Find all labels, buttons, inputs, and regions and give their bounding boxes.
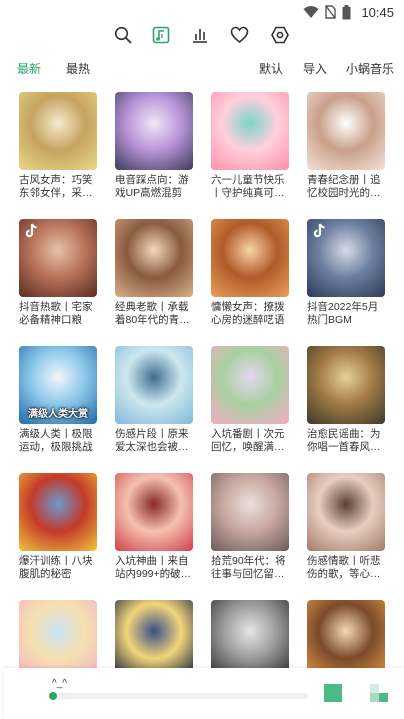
playlist-cover — [115, 346, 193, 424]
playlist-cover — [307, 600, 385, 678]
playlist-card[interactable]: 青春纪念册丨追忆校园时光的… — [307, 92, 385, 200]
source-selector[interactable]: 小蜗音乐 — [346, 60, 394, 77]
import-button[interactable]: 导入 — [303, 60, 327, 77]
playlist-card[interactable]: 经典老歌丨承载着80年代的青… — [115, 219, 193, 327]
playlist-card[interactable]: 爆汗训练丨八块腹肌的秘密 — [19, 473, 97, 581]
playlist-cover — [211, 346, 289, 424]
tiktok-logo-icon — [23, 223, 39, 239]
playlist-cover — [115, 473, 193, 551]
chart-icon[interactable] — [189, 24, 211, 46]
no-sim-icon — [325, 5, 337, 19]
playlist-cover — [19, 473, 97, 551]
tab-latest[interactable]: 最新 — [17, 60, 41, 77]
playlist-title: 治愈民谣曲：为你唱一首春风… — [307, 428, 381, 453]
top-toolbar — [0, 24, 404, 48]
playlist-cover — [211, 473, 289, 551]
playlist-title: 拾荒90年代：将往事与回忆留… — [211, 555, 286, 580]
playlist-cover — [211, 600, 289, 678]
playlist-cover — [211, 219, 289, 297]
playlist-card[interactable]: 治愈民谣曲：为你唱一首春风… — [307, 346, 385, 454]
playlist-card[interactable]: 满级人类大赏满级人类丨极限运动，极限挑战 — [19, 346, 97, 454]
playlist-card[interactable]: 电音踩点向：游戏UP高燃混剪 — [115, 92, 193, 200]
playlist-title: 慵懒女声：撩拨心房的迷醉呓语 — [211, 301, 285, 326]
progress-track[interactable] — [52, 693, 308, 699]
status-time: 10:45 — [361, 4, 394, 20]
now-playing-title: ^_^ — [52, 678, 67, 689]
playlist-card[interactable]: 伤感片段丨原来爱太深也会被… — [115, 346, 193, 454]
sort-default[interactable]: 默认 — [259, 60, 283, 77]
playlist-title: 满级人类丨极限运动，极限挑战 — [19, 428, 93, 453]
playlist-title: 爆汗训练丨八块腹肌的秘密 — [19, 555, 93, 580]
playlist-cover — [211, 92, 289, 170]
playlist-title: 入坑神曲丨来自站内999+的破… — [115, 555, 192, 580]
player-bar: ^_^ — [4, 668, 404, 719]
playlist-card[interactable]: 拾荒90年代：将往事与回忆留… — [211, 473, 289, 581]
playlist-card[interactable]: 入坑神曲丨来自站内999+的破… — [115, 473, 193, 581]
playlist-card[interactable]: 古风女声：巧笑东邻女伴，采… — [19, 92, 97, 200]
settings-icon[interactable] — [269, 24, 291, 46]
progress-thumb[interactable] — [49, 692, 57, 700]
playlist-title: 六一儿童节快乐丨守护纯真可… — [211, 174, 285, 199]
tiktok-logo-icon — [311, 223, 327, 239]
playlist-cover — [19, 219, 97, 297]
playlist-cover: 满级人类大赏 — [19, 346, 97, 424]
playlist-cover — [115, 219, 193, 297]
playlist-cover — [19, 600, 97, 678]
playlist-cover — [115, 600, 193, 678]
playlist-title: 入坑番剧丨次元回忆，唤醒满… — [211, 428, 285, 453]
playlist-cover — [307, 219, 385, 297]
play-button[interactable] — [324, 684, 342, 702]
playlist-cover — [307, 473, 385, 551]
playlist-card[interactable]: 慵懒女声：撩拨心房的迷醉呓语 — [211, 219, 289, 327]
heart-icon[interactable] — [228, 24, 250, 46]
playlist-title: 抖音2022年5月热门BGM — [307, 301, 379, 326]
wifi-icon — [303, 5, 319, 19]
battery-icon — [342, 4, 351, 20]
sort-tabs: 最新 最热 默认 导入 小蜗音乐 — [0, 57, 404, 79]
music-library-icon[interactable] — [150, 24, 172, 46]
playlist-cover — [115, 92, 193, 170]
playlist-queue-icon[interactable] — [370, 684, 388, 702]
cover-caption: 满级人类大赏 — [28, 409, 88, 420]
playlist-cover — [307, 346, 385, 424]
tab-hottest[interactable]: 最热 — [66, 60, 90, 77]
playlist-card[interactable]: 抖音2022年5月热门BGM — [307, 219, 385, 327]
playlist-title: 伤感情歌丨听悲伤的歌，等心… — [307, 555, 381, 580]
playlist-card[interactable]: 伤感情歌丨听悲伤的歌，等心… — [307, 473, 385, 581]
playlist-card[interactable]: 入坑番剧丨次元回忆，唤醒满… — [211, 346, 289, 454]
playlist-cover — [307, 92, 385, 170]
playlist-title: 经典老歌丨承载着80年代的青… — [115, 301, 190, 326]
search-icon[interactable] — [112, 24, 134, 46]
status-bar: 10:45 — [0, 0, 404, 24]
playlist-card[interactable]: 六一儿童节快乐丨守护纯真可… — [211, 92, 289, 200]
playlist-card[interactable]: 抖音热歌丨宅家必备精神口粮 — [19, 219, 97, 327]
playlist-cover — [19, 92, 97, 170]
playlist-title: 青春纪念册丨追忆校园时光的… — [307, 174, 381, 199]
playlist-title: 电音踩点向：游戏UP高燃混剪 — [115, 174, 189, 199]
playlist-title: 伤感片段丨原来爱太深也会被… — [115, 428, 189, 453]
playlist-title: 古风女声：巧笑东邻女伴，采… — [19, 174, 93, 199]
playlist-title: 抖音热歌丨宅家必备精神口粮 — [19, 301, 93, 326]
